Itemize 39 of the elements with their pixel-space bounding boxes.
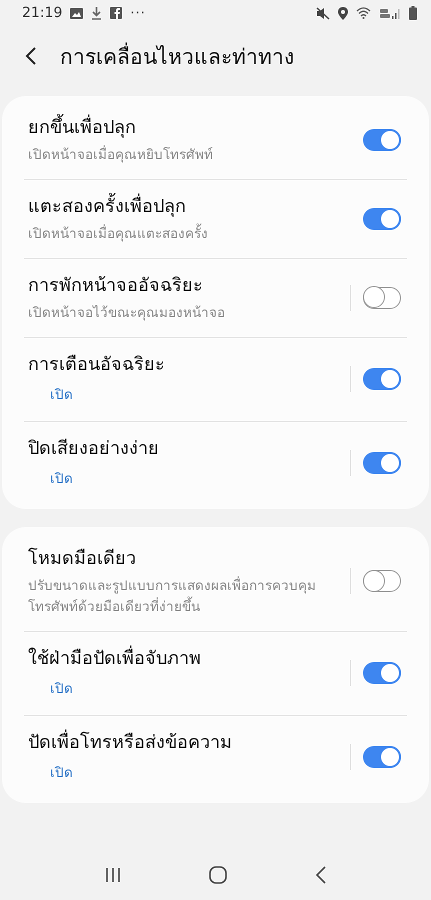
- signal-icon: [379, 6, 401, 20]
- toggle-switch[interactable]: [363, 286, 401, 308]
- toggle-switch[interactable]: [363, 746, 401, 768]
- setting-title: โหมดมือเดียว: [28, 546, 137, 571]
- setting-description: เปิดหน้าจอเมื่อคุณแตะสองครั้ง: [28, 224, 344, 245]
- setting-status: เปิด: [49, 764, 74, 782]
- toggle-switch[interactable]: [363, 662, 401, 684]
- home-icon[interactable]: [209, 866, 228, 884]
- toggle-switch[interactable]: [363, 208, 401, 230]
- toggle-switch[interactable]: [363, 570, 401, 592]
- location-icon: [338, 6, 348, 20]
- back-nav-icon[interactable]: [315, 866, 328, 884]
- setting-status: เปิด: [49, 470, 74, 488]
- gallery-icon: [70, 8, 84, 18]
- mute-icon: [316, 6, 330, 20]
- battery-icon: [409, 6, 417, 20]
- more-notifications: ···: [130, 6, 146, 20]
- setting-title: การพักหน้าจออัจฉริยะ: [28, 274, 204, 298]
- facebook-icon: [110, 7, 122, 19]
- page-title: การเคลื่อนไหวและท่าทาง: [60, 42, 294, 70]
- setting-title: การเตือนอัจฉริยะ: [28, 353, 166, 377]
- setting-title: ปัดเพื่อโทรหรือส่งข้อความ: [28, 728, 344, 758]
- recent-apps-icon[interactable]: [104, 867, 122, 883]
- toggle-switch[interactable]: [363, 368, 401, 390]
- setting-description: เปิดหน้าจอไว้ขณะคุณมองหน้าจอ: [28, 304, 226, 323]
- setting-status: เปิด: [49, 386, 74, 404]
- back-icon[interactable]: [24, 46, 38, 66]
- download-icon: [91, 6, 102, 20]
- toggle-switch[interactable]: [363, 452, 401, 474]
- setting-description: ปรับขนาดและรูปแบบการแสดงผลเพื่อการควบคุมโทรศัพท์ด้วยมือเดียวที่ง่ายขึ้น: [28, 576, 317, 617]
- setting-description: เปิดหน้าจอเมื่อคุณหยิบโทรศัพท์: [28, 145, 214, 165]
- setting-title: ปิดเสียงอย่างง่าย: [28, 437, 160, 461]
- status-time: 21:19: [22, 5, 62, 21]
- toggle-switch[interactable]: [363, 128, 401, 150]
- wifi-icon: [356, 7, 371, 19]
- setting-status: เปิด: [49, 680, 74, 698]
- setting-title: ใช้ฝ่ามือปัดเพื่อจับภาพ: [28, 644, 344, 674]
- setting-title: แตะสองครั้งเพื่อปลุก: [28, 192, 344, 222]
- setting-title: ยกขึ้นเพื่อปลุก: [28, 113, 344, 143]
